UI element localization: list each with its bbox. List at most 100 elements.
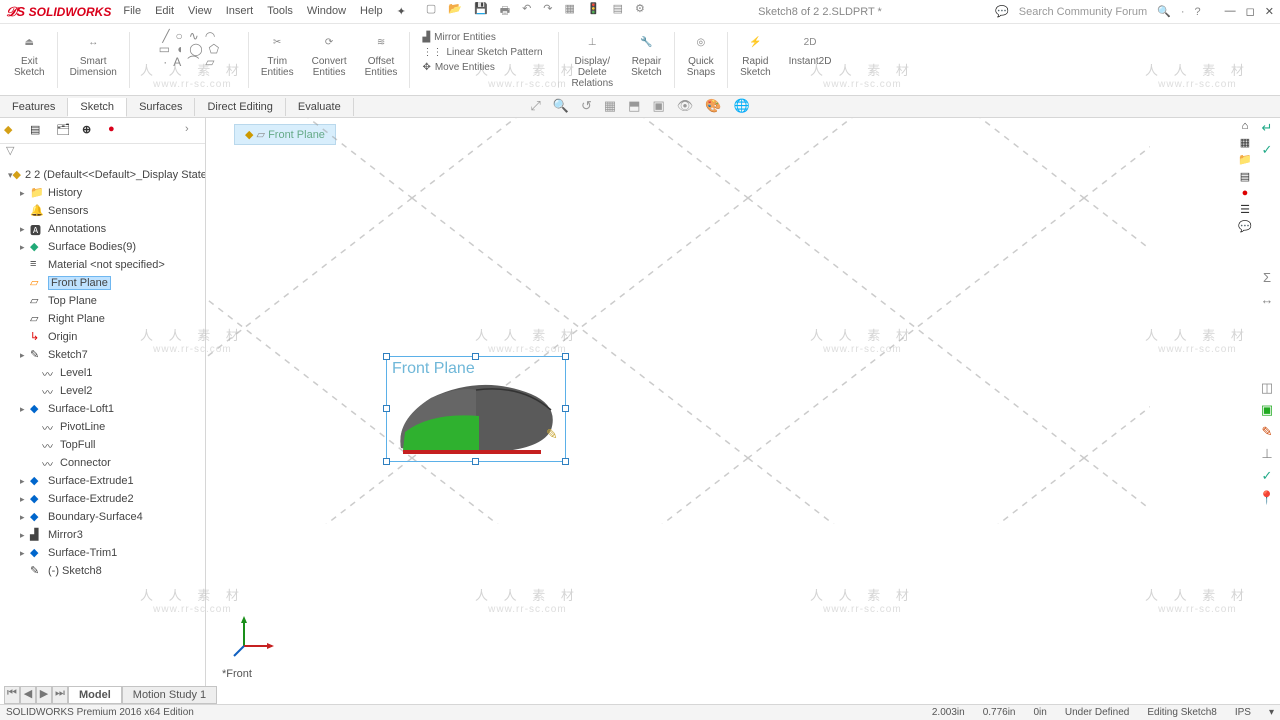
tree-history[interactable]: ▸📁History — [0, 184, 205, 202]
ok-icon[interactable]: ↵ — [1258, 120, 1276, 138]
tree-trim1[interactable]: ▸◆Surface-Trim1 — [0, 544, 205, 562]
tree-material[interactable]: ≡Material <not specified> — [0, 256, 205, 274]
tab-surfaces[interactable]: Surfaces — [127, 98, 195, 116]
home-icon[interactable]: ⌂ — [1242, 120, 1249, 132]
graphics-viewport[interactable]: ◆ ▱ Front Plane Front Plane ✎ — [206, 118, 1280, 704]
menu-window[interactable]: Window — [307, 5, 346, 18]
search-input[interactable]: Search Community Forum — [1019, 6, 1147, 18]
feature-tree-icon[interactable]: ◆ — [4, 123, 20, 139]
prev-view-icon[interactable]: ↺ — [581, 98, 592, 114]
tab-motion-study[interactable]: Motion Study 1 — [122, 686, 217, 704]
view-orient-icon[interactable]: ⬒ — [628, 98, 640, 114]
repair-sketch-button[interactable]: 🔧Repair Sketch — [623, 28, 670, 92]
cancel-icon[interactable]: ✓ — [1258, 142, 1276, 160]
section-icon[interactable]: ▦ — [604, 98, 616, 114]
library-icon[interactable]: 📁 — [1238, 153, 1252, 166]
tab-last-icon[interactable]: ⏭ — [52, 686, 68, 704]
resources-icon[interactable]: ▦ — [1240, 136, 1250, 149]
dim-icon[interactable]: ⊕ — [82, 123, 98, 139]
menu-edit[interactable]: Edit — [155, 5, 174, 18]
tree-boundary[interactable]: ▸◆Boundary-Surface4 — [0, 508, 205, 526]
tab-model[interactable]: Model — [68, 686, 122, 704]
offset-entities-button[interactable]: ≋Offset Entities — [357, 28, 406, 92]
maximize-icon[interactable]: ◻ — [1246, 5, 1255, 18]
scene-icon[interactable]: 🌐 — [733, 98, 749, 114]
new-icon[interactable]: ▢ — [426, 2, 436, 21]
tab-features[interactable]: Features — [0, 98, 68, 116]
search-icon[interactable]: 🔍 — [1157, 5, 1171, 18]
instant2d-button[interactable]: 2DInstant2D — [781, 28, 840, 92]
tree-level2[interactable]: 〰Level2 — [0, 382, 205, 400]
ref6-icon[interactable]: 📍 — [1258, 490, 1276, 508]
menu-insert[interactable]: Insert — [226, 5, 254, 18]
fillet-icon[interactable]: ⌒ — [187, 56, 199, 69]
open-icon[interactable]: 📂 — [448, 2, 462, 21]
display-style-icon[interactable]: ▣ — [652, 98, 664, 114]
tree-topfull[interactable]: 〰TopFull — [0, 436, 205, 454]
tree-top-plane[interactable]: ▱Top Plane — [0, 292, 205, 310]
status-arrow-icon[interactable]: ▾ — [1269, 707, 1274, 718]
appearances-icon[interactable]: ● — [1242, 187, 1249, 199]
tab-evaluate[interactable]: Evaluate — [286, 98, 354, 116]
hide-show-icon[interactable]: 👁 — [677, 98, 694, 114]
trim-entities-button[interactable]: ✂Trim Entities — [253, 28, 302, 92]
undo-icon[interactable]: ↶ — [522, 2, 531, 21]
minimize-icon[interactable]: — — [1225, 5, 1236, 18]
tree-sketch8[interactable]: ✎(-) Sketch8 — [0, 562, 205, 580]
tree-origin[interactable]: ↳Origin — [0, 328, 205, 346]
tab-direct-editing[interactable]: Direct Editing — [195, 98, 285, 116]
config-icon[interactable]: 🗂 — [56, 123, 72, 139]
menu-star-icon[interactable]: ✦ — [397, 5, 406, 18]
tab-first-icon[interactable]: ⏮ — [4, 686, 20, 704]
tree-extrude1[interactable]: ▸◆Surface-Extrude1 — [0, 472, 205, 490]
ref2-icon[interactable]: ▣ — [1258, 402, 1276, 420]
tree-root[interactable]: ▾◆2 2 (Default<<Default>_Display State 1… — [0, 166, 205, 184]
convert-entities-button[interactable]: ⟳Convert Entities — [304, 28, 355, 92]
tab-next-icon[interactable]: ▶ — [36, 686, 52, 704]
help-icon[interactable]: ? — [1195, 6, 1201, 18]
ref4-icon[interactable]: ⊥ — [1258, 446, 1276, 464]
tree-level1[interactable]: 〰Level1 — [0, 364, 205, 382]
save-icon[interactable]: 💾 — [474, 2, 488, 21]
exit-sketch-button[interactable]: ⏏Exit Sketch — [6, 28, 53, 92]
custom-props-icon[interactable]: ☰ — [1240, 203, 1250, 216]
forum-icon[interactable]: 💬 — [1238, 220, 1252, 233]
ref1-icon[interactable]: ◫ — [1258, 380, 1276, 398]
tree-right-plane[interactable]: ▱Right Plane — [0, 310, 205, 328]
rebuild-icon[interactable]: 🚦 — [587, 2, 601, 21]
mirror-icon[interactable]: ▟ — [422, 32, 430, 43]
quick-snaps-button[interactable]: ◎Quick Snaps — [679, 28, 723, 92]
expand-icon[interactable]: › — [185, 123, 201, 139]
display-relations-button[interactable]: ⊥Display/ Delete Relations — [563, 28, 621, 92]
redo-icon[interactable]: ↷ — [543, 2, 552, 21]
close-icon[interactable]: ✕ — [1265, 5, 1274, 18]
display-icon[interactable]: ● — [108, 123, 124, 139]
model-mouse[interactable] — [391, 380, 566, 460]
move-icon[interactable]: ✥ — [422, 62, 430, 73]
tree-pivot[interactable]: 〰PivotLine — [0, 418, 205, 436]
linear-pattern-icon[interactable]: ⋮⋮ — [422, 47, 442, 58]
settings-icon[interactable]: ⚙ — [635, 2, 645, 21]
dim-side-icon[interactable]: ↔ — [1258, 292, 1276, 310]
tree-mirror[interactable]: ▸▟Mirror3 — [0, 526, 205, 544]
options-icon[interactable]: ▤ — [613, 2, 623, 21]
property-icon[interactable]: ▤ — [30, 123, 46, 139]
tree-connector[interactable]: 〰Connector — [0, 454, 205, 472]
print-icon[interactable]: 🖶 — [500, 2, 510, 21]
ref3-icon[interactable]: ✎ — [1258, 424, 1276, 442]
breadcrumb[interactable]: ◆ ▱ Front Plane — [234, 124, 336, 145]
cloud-icon[interactable]: 💬 — [995, 5, 1009, 18]
tree-extrude2[interactable]: ▸◆Surface-Extrude2 — [0, 490, 205, 508]
view-palette-icon[interactable]: ▤ — [1240, 170, 1250, 183]
tab-sketch[interactable]: Sketch — [68, 98, 127, 117]
tree-sensors[interactable]: 🔔Sensors — [0, 202, 205, 220]
point-icon[interactable]: · — [163, 56, 167, 69]
plane-icon[interactable]: ▱ — [205, 56, 214, 69]
tree-annotations[interactable]: ▸🅰Annotations — [0, 220, 205, 238]
text-icon[interactable]: A — [173, 56, 181, 69]
select-icon[interactable]: ▦ — [565, 2, 575, 21]
tree-loft1[interactable]: ▸◆Surface-Loft1 — [0, 400, 205, 418]
menu-tools[interactable]: Tools — [267, 5, 293, 18]
tab-prev-icon[interactable]: ◀ — [20, 686, 36, 704]
menu-help[interactable]: Help — [360, 5, 383, 18]
